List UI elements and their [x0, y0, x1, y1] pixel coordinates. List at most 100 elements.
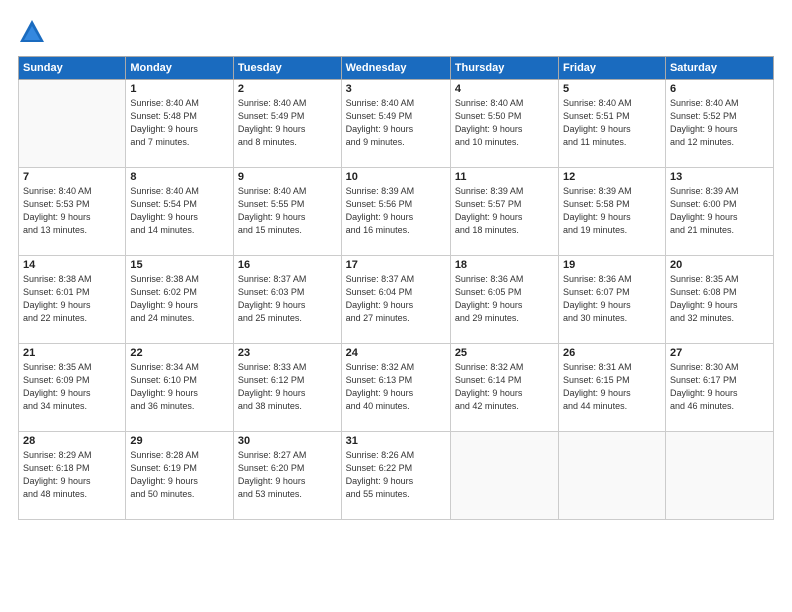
day-number: 13	[670, 171, 769, 183]
calendar-cell: 8Sunrise: 8:40 AMSunset: 5:54 PMDaylight…	[126, 168, 234, 256]
calendar-cell: 26 Sunrise: 8:31 AMSunset: 6:15 PMDayligh…	[559, 344, 666, 432]
calendar-cell	[450, 432, 558, 520]
day-info: Sunrise: 8:39 AMSunset: 5:57 PMDaylight:…	[455, 185, 554, 237]
calendar-cell: 31Sunrise: 8:26 AMSunset: 6:22 PMDayligh…	[341, 432, 450, 520]
day-info: Sunrise: 8:33 AMSunset: 6:12 PMDaylight:…	[238, 361, 337, 413]
calendar-cell: 21 Sunrise: 8:35 AMSunset: 6:09 PMDayligh…	[19, 344, 126, 432]
day-number: 1	[130, 83, 229, 95]
day-info: Sunrise: 8:39 AMSunset: 5:56 PMDaylight:…	[346, 185, 446, 237]
day-number: 20	[670, 259, 769, 271]
day-info: Sunrise: 8:36 AMSunset: 6:05 PMDaylight:…	[455, 273, 554, 325]
day-number: 7	[23, 171, 121, 183]
day-info: Sunrise: 8:39 AMSunset: 6:00 PMDaylight:…	[670, 185, 769, 237]
day-number: 15	[130, 259, 229, 271]
day-number: 9	[238, 171, 337, 183]
calendar-cell: 27 Sunrise: 8:30 AMSunset: 6:17 PMDayligh…	[665, 344, 773, 432]
calendar-cell: 11 Sunrise: 8:39 AMSunset: 5:57 PMDayligh…	[450, 168, 558, 256]
calendar-cell	[559, 432, 666, 520]
calendar-week-1: 1 Sunrise: 8:40 AMSunset: 5:48 PMDaylight…	[19, 80, 774, 168]
day-info: Sunrise: 8:35 AMSunset: 6:08 PMDaylight:…	[670, 273, 769, 325]
day-info: Sunrise: 8:39 AMSunset: 5:58 PMDaylight:…	[563, 185, 661, 237]
calendar-cell: 22 Sunrise: 8:34 AMSunset: 6:10 PMDayligh…	[126, 344, 234, 432]
day-info: Sunrise: 8:30 AMSunset: 6:17 PMDaylight:…	[670, 361, 769, 413]
logo	[18, 18, 50, 46]
day-header-tuesday: Tuesday	[233, 57, 341, 80]
day-info: Sunrise: 8:32 AMSunset: 6:13 PMDaylight:…	[346, 361, 446, 413]
calendar-cell: 30Sunrise: 8:27 AMSunset: 6:20 PMDayligh…	[233, 432, 341, 520]
day-info: Sunrise: 8:32 AMSunset: 6:14 PMDaylight:…	[455, 361, 554, 413]
day-number: 11	[455, 171, 554, 183]
day-header-saturday: Saturday	[665, 57, 773, 80]
day-number: 24	[346, 347, 446, 359]
day-number: 6	[670, 83, 769, 95]
day-number: 25	[455, 347, 554, 359]
day-info: Sunrise: 8:37 AMSunset: 6:03 PMDaylight:…	[238, 273, 337, 325]
day-number: 30	[238, 435, 337, 447]
calendar-cell: 16 Sunrise: 8:37 AMSunset: 6:03 PMDayligh…	[233, 256, 341, 344]
logo-icon	[18, 18, 46, 46]
day-info: Sunrise: 8:40 AMSunset: 5:48 PMDaylight:…	[130, 97, 229, 149]
calendar-cell: 24 Sunrise: 8:32 AMSunset: 6:13 PMDayligh…	[341, 344, 450, 432]
day-number: 21	[23, 347, 121, 359]
day-info: Sunrise: 8:34 AMSunset: 6:10 PMDaylight:…	[130, 361, 229, 413]
day-number: 2	[238, 83, 337, 95]
calendar-cell: 28 Sunrise: 8:29 AMSunset: 6:18 PMDayligh…	[19, 432, 126, 520]
calendar-cell: 14 Sunrise: 8:38 AMSunset: 6:01 PMDayligh…	[19, 256, 126, 344]
day-number: 12	[563, 171, 661, 183]
calendar-week-2: 7 Sunrise: 8:40 AMSunset: 5:53 PMDaylight…	[19, 168, 774, 256]
calendar-week-4: 21 Sunrise: 8:35 AMSunset: 6:09 PMDayligh…	[19, 344, 774, 432]
day-info: Sunrise: 8:40 AMSunset: 5:49 PMDaylight:…	[238, 97, 337, 149]
day-info: Sunrise: 8:38 AMSunset: 6:01 PMDaylight:…	[23, 273, 121, 325]
day-info: Sunrise: 8:35 AMSunset: 6:09 PMDaylight:…	[23, 361, 121, 413]
calendar-week-3: 14 Sunrise: 8:38 AMSunset: 6:01 PMDayligh…	[19, 256, 774, 344]
day-number: 3	[346, 83, 446, 95]
day-number: 17	[346, 259, 446, 271]
day-info: Sunrise: 8:28 AMSunset: 6:19 PMDaylight:…	[130, 449, 229, 501]
day-number: 18	[455, 259, 554, 271]
day-number: 26	[563, 347, 661, 359]
day-info: Sunrise: 8:31 AMSunset: 6:15 PMDaylight:…	[563, 361, 661, 413]
calendar-cell: 18 Sunrise: 8:36 AMSunset: 6:05 PMDayligh…	[450, 256, 558, 344]
day-info: Sunrise: 8:37 AMSunset: 6:04 PMDaylight:…	[346, 273, 446, 325]
calendar-cell: 23 Sunrise: 8:33 AMSunset: 6:12 PMDayligh…	[233, 344, 341, 432]
calendar-cell: 13 Sunrise: 8:39 AMSunset: 6:00 PMDayligh…	[665, 168, 773, 256]
calendar-cell: 25 Sunrise: 8:32 AMSunset: 6:14 PMDayligh…	[450, 344, 558, 432]
day-number: 29	[130, 435, 229, 447]
day-info: Sunrise: 8:38 AMSunset: 6:02 PMDaylight:…	[130, 273, 229, 325]
day-number: 31	[346, 435, 446, 447]
day-info: Sunrise: 8:40 AMSunset: 5:52 PMDaylight:…	[670, 97, 769, 149]
calendar-cell: 9 Sunrise: 8:40 AMSunset: 5:55 PMDaylight…	[233, 168, 341, 256]
day-info: Sunrise: 8:29 AMSunset: 6:18 PMDaylight:…	[23, 449, 121, 501]
day-header-thursday: Thursday	[450, 57, 558, 80]
day-info: Sunrise: 8:40 AMSunset: 5:55 PMDaylight:…	[238, 185, 337, 237]
day-info: Sunrise: 8:40 AMSunset: 5:53 PMDaylight:…	[23, 185, 121, 237]
calendar-cell: 6 Sunrise: 8:40 AMSunset: 5:52 PMDaylight…	[665, 80, 773, 168]
day-header-wednesday: Wednesday	[341, 57, 450, 80]
calendar-cell: 20 Sunrise: 8:35 AMSunset: 6:08 PMDayligh…	[665, 256, 773, 344]
calendar-cell: 12 Sunrise: 8:39 AMSunset: 5:58 PMDayligh…	[559, 168, 666, 256]
calendar-week-5: 28 Sunrise: 8:29 AMSunset: 6:18 PMDayligh…	[19, 432, 774, 520]
day-info: Sunrise: 8:36 AMSunset: 6:07 PMDaylight:…	[563, 273, 661, 325]
calendar-cell: 2 Sunrise: 8:40 AMSunset: 5:49 PMDaylight…	[233, 80, 341, 168]
day-number: 14	[23, 259, 121, 271]
day-number: 16	[238, 259, 337, 271]
calendar-cell: 7 Sunrise: 8:40 AMSunset: 5:53 PMDaylight…	[19, 168, 126, 256]
day-number: 27	[670, 347, 769, 359]
day-number: 22	[130, 347, 229, 359]
day-header-friday: Friday	[559, 57, 666, 80]
calendar-page: SundayMondayTuesdayWednesdayThursdayFrid…	[0, 0, 792, 612]
day-info: Sunrise: 8:40 AMSunset: 5:54 PMDaylight:…	[130, 185, 229, 237]
calendar-cell	[19, 80, 126, 168]
day-number: 19	[563, 259, 661, 271]
calendar-cell	[665, 432, 773, 520]
calendar-cell: 19 Sunrise: 8:36 AMSunset: 6:07 PMDayligh…	[559, 256, 666, 344]
calendar-cell: 1 Sunrise: 8:40 AMSunset: 5:48 PMDaylight…	[126, 80, 234, 168]
day-number: 28	[23, 435, 121, 447]
header	[18, 18, 774, 46]
calendar-table: SundayMondayTuesdayWednesdayThursdayFrid…	[18, 56, 774, 520]
calendar-cell: 10Sunrise: 8:39 AMSunset: 5:56 PMDayligh…	[341, 168, 450, 256]
day-number: 23	[238, 347, 337, 359]
calendar-cell: 5Sunrise: 8:40 AMSunset: 5:51 PMDaylight…	[559, 80, 666, 168]
calendar-cell: 3Sunrise: 8:40 AMSunset: 5:49 PMDaylight…	[341, 80, 450, 168]
calendar-cell: 15 Sunrise: 8:38 AMSunset: 6:02 PMDayligh…	[126, 256, 234, 344]
